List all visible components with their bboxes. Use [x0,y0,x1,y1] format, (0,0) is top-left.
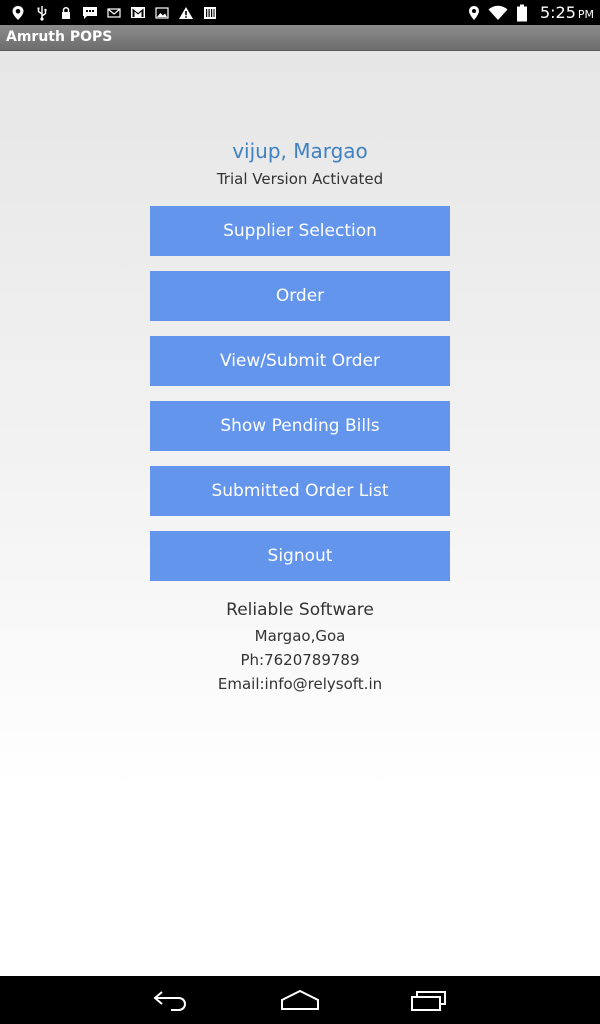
chat-icon [78,0,102,25]
usb-icon [30,0,54,25]
submitted-order-list-button[interactable]: Submitted Order List [150,466,450,516]
status-bar: 5:25 PM [0,0,600,25]
user-name: vijup, Margao [232,139,368,163]
view-submit-order-button[interactable]: View/Submit Order [150,336,450,386]
clock-time: 5:25 [539,3,576,22]
voicemail-icon [102,0,126,25]
app-bar: Amruth POPS [0,25,600,51]
system-status: 5:25 PM [462,0,594,25]
recent-apps-icon[interactable] [389,976,469,1024]
lock-icon [54,0,78,25]
order-button[interactable]: Order [150,271,450,321]
image-icon [150,0,174,25]
app-title: Amruth POPS [6,29,113,45]
location-pin-icon [6,0,30,25]
warning-icon [174,0,198,25]
show-pending-bills-button[interactable]: Show Pending Bills [150,401,450,451]
company-location: Margao,Goa [254,627,346,645]
battery-icon [510,0,534,25]
notification-icons [6,0,222,25]
signout-button[interactable]: Signout [150,531,450,581]
back-icon[interactable] [131,976,211,1024]
clock-ampm: PM [577,8,594,21]
company-phone: Ph:7620789789 [240,651,360,669]
trial-status: Trial Version Activated [216,170,384,188]
navigation-bar [0,976,600,1024]
wifi-icon [486,0,510,25]
home-icon[interactable] [260,976,340,1024]
main-content: vijup, Margao Trial Version Activated Su… [0,51,600,976]
gmail-icon [126,0,150,25]
company-email: Email:info@relysoft.in [217,675,383,693]
barcode-icon [198,0,222,25]
clock: 5:25 PM [540,3,594,22]
company-name: Reliable Software [226,600,374,620]
supplier-selection-button[interactable]: Supplier Selection [150,206,450,256]
location-icon [462,0,486,25]
